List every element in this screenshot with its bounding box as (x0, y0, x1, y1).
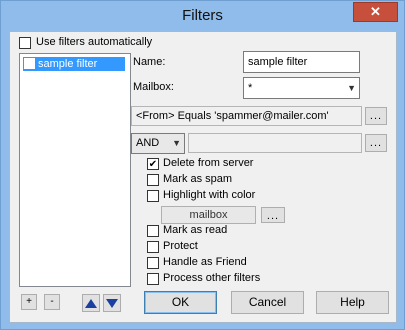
mailbox-value: * (248, 82, 253, 94)
arrow-down-icon (106, 299, 118, 308)
highlight-color-checkbox[interactable] (147, 190, 159, 202)
mark-as-read-checkbox[interactable] (147, 225, 159, 237)
mark-as-spam-checkbox[interactable] (147, 174, 159, 186)
chevron-down-icon: ▼ (347, 83, 356, 93)
mark-as-read-label: Mark as read (163, 224, 228, 236)
condition2-edit-button[interactable]: ... (365, 134, 387, 152)
dialog-body: Use filters automatically sample filter … (9, 31, 397, 323)
ok-button[interactable]: OK (144, 291, 217, 314)
mark-as-spam-label: Mark as spam (163, 173, 233, 185)
process-other-filters-checkbox[interactable] (147, 273, 159, 285)
highlight-color-button[interactable]: ... (261, 207, 285, 223)
protect-label: Protect (163, 240, 198, 252)
use-filters-auto-checkbox[interactable] (19, 37, 31, 49)
filter-item-label: sample filter (38, 58, 98, 70)
move-up-button[interactable] (82, 294, 100, 312)
help-button[interactable]: Help (316, 291, 389, 314)
condition-edit-button[interactable]: ... (365, 107, 387, 125)
filter-enabled-checkbox[interactable] (24, 58, 35, 69)
mailbox-select[interactable]: * ▼ (243, 77, 360, 99)
condition-field[interactable]: <From> Equals 'spammer@mailer.com' (131, 106, 362, 126)
use-filters-auto-label: Use filters automatically (36, 36, 153, 48)
move-down-button[interactable] (103, 294, 121, 312)
operator-select[interactable]: AND ▼ (131, 133, 185, 154)
delete-from-server-checkbox[interactable] (147, 158, 159, 170)
condition2-field[interactable] (188, 133, 362, 153)
filter-list[interactable]: sample filter (19, 53, 131, 287)
handle-as-friend-checkbox[interactable] (147, 257, 159, 269)
window-title: Filters (182, 7, 223, 24)
name-label: Name: (133, 56, 166, 68)
close-button[interactable]: ✕ (353, 2, 398, 22)
mailbox-label: Mailbox: (133, 81, 174, 93)
highlight-color-swatch: mailbox (161, 206, 256, 224)
delete-from-server-label: Delete from server (163, 157, 254, 169)
highlight-color-label: Highlight with color (163, 189, 256, 201)
name-field[interactable]: sample filter (243, 51, 360, 73)
remove-filter-button[interactable]: - (44, 294, 60, 310)
arrow-up-icon (85, 299, 97, 308)
handle-as-friend-label: Handle as Friend (163, 256, 247, 268)
add-filter-button[interactable]: + (21, 294, 37, 310)
chevron-down-icon: ▼ (172, 138, 181, 148)
title-bar: Filters ✕ (1, 1, 404, 31)
cancel-button[interactable]: Cancel (231, 291, 304, 314)
filters-window: Filters ✕ Use filters automatically samp… (0, 0, 405, 330)
filter-list-item[interactable]: sample filter (23, 57, 125, 71)
protect-checkbox[interactable] (147, 241, 159, 253)
operator-value: AND (136, 137, 160, 149)
process-other-filters-label: Process other filters (163, 272, 261, 284)
